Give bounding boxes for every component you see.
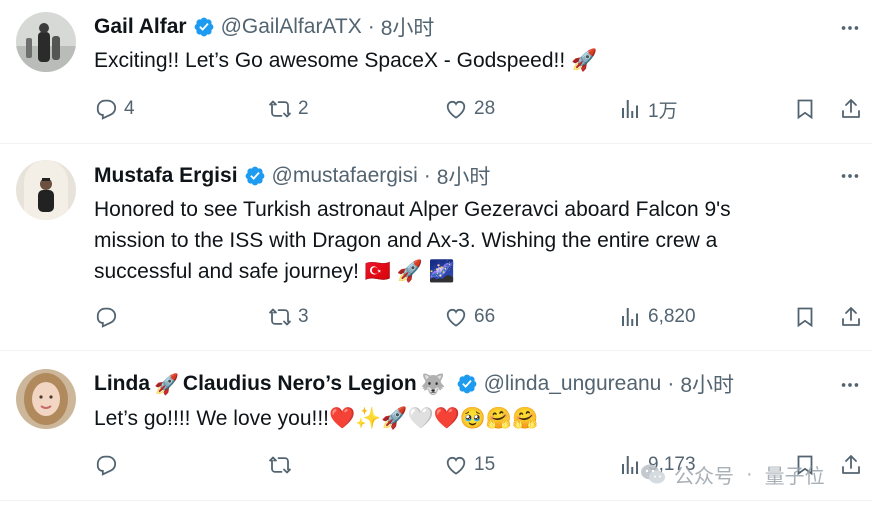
view-count: 1万 xyxy=(648,100,678,122)
verified-badge-icon xyxy=(457,374,476,394)
handle[interactable]: @GailAlfarATX xyxy=(221,15,362,39)
action-bar: 4 2 28 1万 xyxy=(94,94,870,124)
avatar-mustafa-ergisi[interactable] xyxy=(16,160,76,220)
avatar-gail-alfar[interactable] xyxy=(16,12,76,72)
bookmark-icon xyxy=(797,307,813,328)
handle[interactable]: @linda_ungureanu xyxy=(484,372,662,396)
views-icon xyxy=(622,100,638,118)
reply-count: 4 xyxy=(124,98,135,119)
display-name[interactable]: Gail Alfar xyxy=(94,15,187,39)
reply-button[interactable] xyxy=(94,450,124,480)
tweet-text: Exciting!! Let’s Go awesome SpaceX - God… xyxy=(94,49,598,72)
tweet-header: Gail Alfar @GailAlfarATX · 8小时 xyxy=(94,12,434,42)
view-count: 6,820 xyxy=(648,306,696,327)
separator-dot: · xyxy=(423,164,431,187)
avatar-image xyxy=(16,160,76,220)
tweet-text-line: successful and safe journey! 🇹🇷 🚀 🌌 xyxy=(94,260,455,283)
reply-button[interactable] xyxy=(94,302,124,332)
watermark: 公众号 · 量子位 xyxy=(640,458,825,490)
separator-dot: · xyxy=(667,372,675,395)
display-name-part[interactable]: Claudius Nero’s Legion xyxy=(183,372,417,396)
more-icon xyxy=(841,174,859,178)
verified-badge-icon xyxy=(194,17,213,37)
like-icon xyxy=(446,308,466,327)
handle[interactable]: @mustafaergisi xyxy=(272,164,418,188)
separator-dot: · xyxy=(367,15,375,38)
like-icon xyxy=(446,100,466,119)
repost-button[interactable]: 3 xyxy=(268,302,309,332)
views-icon xyxy=(622,308,638,326)
avatar-image xyxy=(16,369,76,429)
share-button[interactable] xyxy=(836,302,866,332)
repost-button[interactable]: 2 xyxy=(268,94,309,124)
like-count: 28 xyxy=(474,98,496,119)
bookmark-button[interactable] xyxy=(790,94,820,124)
watermark-brand: 量子位 xyxy=(764,465,825,488)
rocket-emoji-icon: 🚀 xyxy=(154,373,179,396)
timestamp[interactable]: 8小时 xyxy=(381,12,435,42)
tweet-text-line: Honored to see Turkish astronaut Alper G… xyxy=(94,198,731,221)
more-icon xyxy=(841,26,859,30)
watermark-label: 公众号 xyxy=(674,465,734,488)
reply-icon xyxy=(96,455,117,476)
tweet-text: Honored to see Turkish astronaut Alper G… xyxy=(94,194,834,287)
timestamp[interactable]: 8小时 xyxy=(680,369,734,399)
avatar-image xyxy=(16,12,76,72)
tweet-header: Mustafa Ergisi @mustafaergisi · 8小时 xyxy=(94,161,490,191)
avatar-linda[interactable] xyxy=(16,369,76,429)
repost-icon xyxy=(269,308,291,326)
more-options-button[interactable] xyxy=(838,164,862,188)
repost-count: 2 xyxy=(298,98,309,119)
tweet-mustafa-ergisi[interactable]: Mustafa Ergisi @mustafaergisi · 8小时 Hono… xyxy=(0,144,872,350)
like-button[interactable]: 28 xyxy=(444,94,495,124)
display-name-part[interactable]: Linda xyxy=(94,372,150,396)
like-icon xyxy=(446,456,466,475)
reply-button[interactable]: 4 xyxy=(94,94,135,124)
divider xyxy=(0,500,872,501)
share-icon xyxy=(842,455,860,474)
share-button[interactable] xyxy=(836,94,866,124)
like-count: 66 xyxy=(474,306,496,327)
tweet-text-line: mission to the ISS with Dragon and Ax-3.… xyxy=(94,229,718,252)
watermark-separator: · xyxy=(746,462,753,485)
tweet-gail-alfar[interactable]: Gail Alfar @GailAlfarATX · 8小时 Exciting!… xyxy=(0,0,872,143)
repost-count: 3 xyxy=(298,306,309,327)
reply-icon xyxy=(96,307,117,328)
like-button[interactable]: 66 xyxy=(444,302,495,332)
tweet-text: Let’s go!!!! We love you!!!❤️✨🚀🤍❤️🥹🤗🤗 xyxy=(94,407,539,430)
repost-button[interactable] xyxy=(268,450,298,480)
bookmark-icon xyxy=(797,99,813,120)
display-name[interactable]: Mustafa Ergisi xyxy=(94,164,238,188)
share-button[interactable] xyxy=(836,450,866,480)
repost-icon xyxy=(269,456,291,474)
verified-badge-icon xyxy=(245,166,264,186)
reply-icon xyxy=(96,99,117,120)
action-bar: 3 66 6,820 xyxy=(94,302,870,332)
more-icon xyxy=(841,383,859,387)
views-button[interactable]: 1万 xyxy=(618,94,678,124)
wechat-icon xyxy=(641,464,665,484)
timestamp[interactable]: 8小时 xyxy=(437,161,491,191)
more-options-button[interactable] xyxy=(838,16,862,40)
share-icon xyxy=(842,99,860,118)
wolf-emoji-icon: 🐺 xyxy=(420,373,446,396)
more-options-button[interactable] xyxy=(838,373,862,397)
like-button[interactable]: 15 xyxy=(444,450,495,480)
repost-icon xyxy=(269,100,291,118)
tweet-header: Linda 🚀 Claudius Nero’s Legion 🐺 @linda_… xyxy=(94,369,734,399)
like-count: 15 xyxy=(474,454,496,475)
share-icon xyxy=(842,307,860,326)
views-icon xyxy=(622,456,638,474)
bookmark-button[interactable] xyxy=(790,302,820,332)
views-button[interactable]: 6,820 xyxy=(618,302,696,332)
